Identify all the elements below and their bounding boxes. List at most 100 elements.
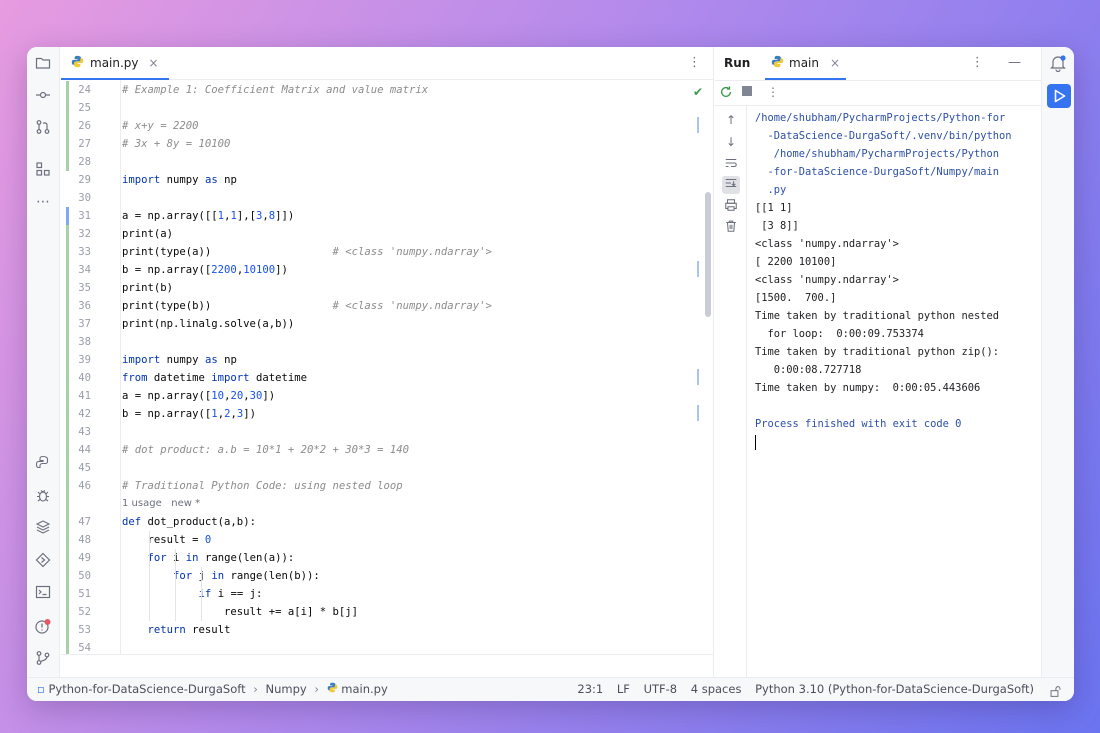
layers-icon[interactable]	[34, 519, 52, 537]
vcs-change-marker[interactable]	[66, 81, 69, 171]
code-text: b = np.array([1,2,3])	[122, 408, 257, 420]
code-line[interactable]: 48 result = 0	[61, 531, 713, 549]
code-line[interactable]: 53 return result	[61, 621, 713, 639]
code-line[interactable]: 42 b = np.array([1,2,3])	[61, 405, 713, 423]
close-tab-icon[interactable]: ×	[149, 56, 159, 70]
code-line[interactable]: 52 result += a[i] * b[j]	[61, 603, 713, 621]
code-line[interactable]: 29 import numpy as np	[61, 171, 713, 189]
run-panel-options-icon[interactable]: ⋮ —	[971, 55, 1031, 70]
code-line[interactable]: 37 print(np.linalg.solve(a,b))	[61, 315, 713, 333]
code-area[interactable]: 24 # Example 1: Coefficient Matrix and va…	[61, 80, 713, 654]
problems-icon[interactable]	[34, 618, 52, 636]
console-input-line[interactable]	[755, 433, 1039, 451]
breadcrumb-file[interactable]: main.py	[341, 682, 388, 696]
git-branch-icon[interactable]	[34, 650, 52, 668]
console-line: Process finished with exit code 0	[755, 418, 962, 430]
code-line[interactable]: 41 a = np.array([10,20,30])	[61, 387, 713, 405]
code-line[interactable]: 43	[61, 423, 713, 441]
console-line: .py	[755, 184, 787, 196]
code-line[interactable]: 31 a = np.array([[1,1],[3,8]])	[61, 207, 713, 225]
debug-bug-icon[interactable]	[34, 487, 52, 505]
toolbar-more-icon[interactable]: ⋮	[767, 85, 779, 99]
python-interpreter[interactable]: Python 3.10 (Python-for-DataScience-Durg…	[755, 682, 1034, 696]
line-number[interactable]: 29	[61, 171, 91, 189]
line-separator[interactable]: LF	[617, 682, 630, 696]
code-line[interactable]: 44 # dot product: a.b = 10*1 + 20*2 + 30*…	[61, 441, 713, 459]
code-line[interactable]: 47 def dot_product(a,b):	[61, 513, 713, 531]
stop-icon[interactable]	[741, 85, 753, 100]
indent-setting[interactable]: 4 spaces	[691, 682, 742, 696]
services-icon[interactable]	[34, 552, 52, 570]
play-icon	[1054, 89, 1066, 103]
more-tools-icon[interactable]: ⋯	[34, 193, 52, 211]
scroll-to-end-icon[interactable]	[722, 176, 740, 194]
code-line[interactable]: 46 # Traditional Python Code: using neste…	[61, 477, 713, 495]
code-line[interactable]: 25	[61, 99, 713, 117]
inlay-hint-row[interactable]: 1 usage new *	[61, 495, 713, 513]
code-line[interactable]: 49 for i in range(len(a)):	[61, 549, 713, 567]
code-line[interactable]: 26 # x+y = 2200	[61, 117, 713, 135]
code-line[interactable]: 51 if i == j:	[61, 585, 713, 603]
editor-more-menu-icon[interactable]: ⋮	[688, 55, 701, 70]
caret-position[interactable]: 23:1	[577, 682, 603, 696]
code-line[interactable]: 39 import numpy as np	[61, 351, 713, 369]
editor-vertical-scrollbar[interactable]	[705, 192, 711, 317]
read-only-lock-icon[interactable]	[1049, 683, 1062, 701]
trash-icon[interactable]	[723, 219, 739, 235]
code-text: print(type(b)) # <class 'numpy.ndarray'>	[122, 300, 492, 312]
arrow-down-icon[interactable]: ↓	[723, 134, 739, 150]
left-tool-bar: ⋯	[27, 47, 60, 677]
arrow-up-icon[interactable]: ↑	[723, 112, 739, 128]
code-line[interactable]: 34 b = np.array([2200,10100])	[61, 261, 713, 279]
rerun-icon[interactable]	[719, 85, 733, 102]
code-line[interactable]: 24 # Example 1: Coefficient Matrix and va…	[61, 81, 713, 99]
soft-wrap-icon[interactable]	[723, 156, 739, 172]
pull-requests-icon[interactable]	[34, 119, 52, 137]
line-number[interactable]: 30	[61, 189, 91, 207]
run-tab-main[interactable]: main ×	[765, 47, 847, 80]
chevron-right-icon: ›	[314, 682, 319, 696]
vcs-change-marker[interactable]	[66, 207, 69, 225]
close-run-tab-icon[interactable]: ×	[830, 56, 840, 70]
console-line: [ 2200 10100]	[755, 256, 837, 268]
breadcrumb-folder[interactable]: Numpy	[266, 682, 307, 696]
breadcrumb-project[interactable]: Python-for-DataScience-DurgaSoft	[48, 682, 245, 696]
commit-icon[interactable]	[34, 87, 52, 105]
code-line[interactable]: 30	[61, 189, 713, 207]
python-file-icon	[71, 55, 84, 71]
structure-icon[interactable]	[34, 161, 52, 179]
right-tool-bar	[1041, 47, 1074, 677]
no-problems-check-icon[interactable]: ✔	[693, 85, 703, 99]
code-line[interactable]: 28	[61, 153, 713, 171]
run-tool-window-button[interactable]	[1047, 84, 1071, 108]
code-line[interactable]: 36 print(type(b)) # <class 'numpy.ndarray…	[61, 297, 713, 315]
code-text: # dot product: a.b = 10*1 + 20*2 + 30*3 …	[122, 444, 410, 456]
code-line[interactable]: 38	[61, 333, 713, 351]
run-side-toolbar: ↑ ↓	[715, 106, 747, 677]
code-line[interactable]: 35 print(b)	[61, 279, 713, 297]
console-line: -for-DataScience-DurgaSoft/Numpy/main	[755, 166, 999, 178]
ide-window: ⋯ main.py × ⋮ 24 # Example 1: Coefficien…	[27, 47, 1074, 701]
code-line[interactable]: 50 for j in range(len(b)):	[61, 567, 713, 585]
code-line[interactable]: 27 # 3x + 8y = 10100	[61, 135, 713, 153]
tab-main-py[interactable]: main.py ×	[61, 47, 169, 80]
usage-hint[interactable]: 1 usage new *	[122, 495, 200, 513]
code-text: result = 0	[122, 534, 212, 546]
code-line[interactable]: 40 from datetime import datetime	[61, 369, 713, 387]
code-line[interactable]: 33 print(type(a)) # <class 'numpy.ndarray…	[61, 243, 713, 261]
python-console-icon[interactable]	[34, 455, 52, 473]
code-text: print(np.linalg.solve(a,b))	[122, 318, 295, 330]
indent-guide	[175, 549, 176, 621]
code-line[interactable]: 45	[61, 459, 713, 477]
code-line[interactable]: 54	[61, 639, 713, 654]
code-line[interactable]: 32 print(a)	[61, 225, 713, 243]
python-run-config-icon	[771, 55, 784, 71]
notifications-bell-icon[interactable]	[1049, 54, 1067, 76]
project-folder-icon[interactable]	[34, 55, 52, 73]
print-icon[interactable]	[723, 198, 739, 214]
terminal-icon[interactable]	[34, 584, 52, 602]
vcs-change-marker[interactable]	[66, 225, 69, 654]
file-encoding[interactable]: UTF-8	[644, 682, 678, 696]
run-console-output[interactable]: /home/shubham/PycharmProjects/Python-for…	[755, 109, 1039, 451]
